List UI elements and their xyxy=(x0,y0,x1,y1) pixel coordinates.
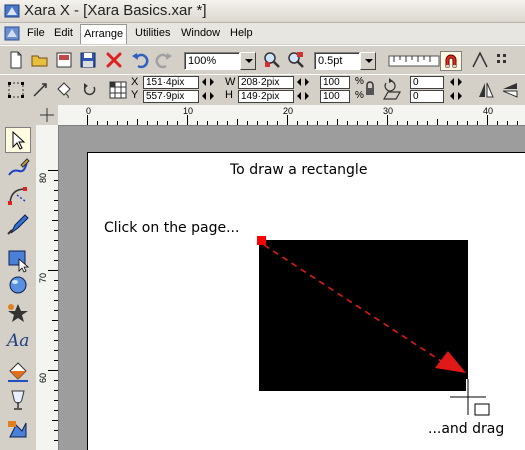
selector-tool-icon xyxy=(12,130,26,150)
y-position-field[interactable]: 557·9pix xyxy=(143,90,199,103)
magnet-icon xyxy=(445,54,457,68)
menu-help[interactable]: Help xyxy=(227,23,256,43)
drag-start-marker xyxy=(257,236,266,245)
position-grid-icon[interactable] xyxy=(108,80,128,100)
crosshair-cursor-icon xyxy=(450,379,490,416)
toolbox: Aa xyxy=(0,105,37,450)
flip-vertical-icon[interactable] xyxy=(500,80,520,100)
text-tool[interactable]: Aa xyxy=(5,329,31,355)
undo-icon[interactable] xyxy=(130,50,150,70)
standard-toolbar: 100% 0.5pt xyxy=(0,45,525,75)
open-folder-icon[interactable] xyxy=(30,50,50,70)
fill-tool-icon[interactable] xyxy=(5,359,31,385)
percent-label-w: % xyxy=(355,76,364,87)
horizontal-ruler[interactable]: 0 10 20 30 40 xyxy=(58,105,525,126)
mould-tool-icon[interactable] xyxy=(5,417,31,443)
menu-window[interactable]: Window xyxy=(178,23,223,43)
lock-aspect-icon[interactable] xyxy=(364,81,376,97)
snap-toggle[interactable] xyxy=(440,51,462,71)
transparency-tool-icon[interactable] xyxy=(5,387,31,413)
position-spinners-icon[interactable] xyxy=(200,77,222,101)
text-tool-icon: Aa xyxy=(7,331,30,351)
drag-arrowhead xyxy=(435,351,466,373)
bezier-tool-icon[interactable] xyxy=(5,183,31,209)
window-title: Xara X - [Xara Basics.xar *] xyxy=(24,2,207,19)
document-menu-icon[interactable] xyxy=(4,26,20,41)
x-position-field[interactable]: 151·4pix xyxy=(143,76,199,89)
scale-width-field[interactable]: 100 xyxy=(320,76,350,89)
rotate-icon[interactable] xyxy=(80,80,100,100)
height-field[interactable]: 149·2pix xyxy=(238,90,294,103)
h-label: H xyxy=(225,89,233,101)
pen-tool-icon[interactable] xyxy=(5,211,31,237)
h-ruler-tick-label: 10 xyxy=(183,106,194,116)
rectangle-tool-icon[interactable] xyxy=(5,247,31,273)
title-bar: Xara X - [Xara Basics.xar *] xyxy=(0,0,525,23)
guides-icon[interactable] xyxy=(470,50,490,70)
scale-height-field[interactable]: 100 xyxy=(320,90,350,103)
line-width-dropdown-button[interactable] xyxy=(360,52,376,70)
line-style-icon[interactable] xyxy=(388,53,440,69)
ellipse-tool-icon[interactable] xyxy=(5,273,31,299)
menu-utilities[interactable]: Utilities xyxy=(132,23,173,43)
menu-arrange[interactable]: Arrange xyxy=(80,24,128,44)
freehand-tool-icon[interactable] xyxy=(5,155,31,181)
document-canvas[interactable]: To draw a rectangle Click on the page...… xyxy=(59,126,525,450)
v-ruler-tick-label: 70 xyxy=(38,272,48,283)
rotate-blobs-icon[interactable] xyxy=(30,80,50,100)
zoom-to-drawing-icon[interactable] xyxy=(262,50,282,70)
menu-file[interactable]: File xyxy=(24,23,48,43)
skew-angle-field[interactable]: 0 xyxy=(410,90,444,103)
menu-bar: File Edit Arrange Utilities Window Help xyxy=(0,23,525,44)
selector-tool[interactable] xyxy=(5,127,31,153)
h-ruler-tick-label: 0 xyxy=(86,106,92,116)
size-spinners-icon[interactable] xyxy=(295,77,317,101)
ruler-origin[interactable] xyxy=(36,105,59,126)
bounds-blobs-icon[interactable] xyxy=(6,80,26,100)
import-icon[interactable] xyxy=(54,50,74,70)
w-label: W xyxy=(225,76,236,88)
angle-skew-icons xyxy=(382,78,402,100)
new-document-icon[interactable] xyxy=(6,50,26,70)
xara-app-icon xyxy=(4,4,20,18)
delete-icon[interactable] xyxy=(104,50,124,70)
ruler-origin-icon xyxy=(40,108,54,122)
h-ruler-tick-label: 40 xyxy=(483,106,494,116)
vertical-ruler[interactable]: 80 70 60 xyxy=(36,125,59,450)
flip-horizontal-icon[interactable] xyxy=(476,80,496,100)
y-label: Y xyxy=(131,89,139,101)
h-ruler-tick-label: 30 xyxy=(383,106,394,116)
zoom-to-selection-icon[interactable] xyxy=(286,50,306,70)
x-label: X xyxy=(131,76,139,88)
v-ruler-tick-label: 60 xyxy=(38,372,48,383)
grid-options-icon[interactable] xyxy=(494,50,514,70)
fill-blobs-icon[interactable] xyxy=(54,80,74,100)
selector-infobar: X Y 151·4pix 557·9pix W H 208·2pix 149·2… xyxy=(0,74,525,106)
drawing-page[interactable]: To draw a rectangle Click on the page...… xyxy=(87,152,525,450)
line-width-field[interactable]: 0.5pt xyxy=(314,52,360,70)
drag-path-line xyxy=(263,244,442,362)
redo-icon[interactable] xyxy=(154,50,174,70)
v-ruler-tick-label: 80 xyxy=(38,172,48,183)
menu-edit[interactable]: Edit xyxy=(51,23,76,43)
quickshape-tool-icon[interactable] xyxy=(5,301,31,327)
rotation-angle-field[interactable]: 0 xyxy=(410,76,444,89)
zoom-dropdown-button[interactable] xyxy=(240,52,256,70)
zoom-field[interactable]: 100% xyxy=(184,52,240,70)
angle-spinners-icon[interactable] xyxy=(448,77,470,101)
percent-label-h: % xyxy=(355,90,364,101)
width-field[interactable]: 208·2pix xyxy=(238,76,294,89)
h-ruler-tick-label: 20 xyxy=(283,106,294,116)
save-icon[interactable] xyxy=(78,50,98,70)
